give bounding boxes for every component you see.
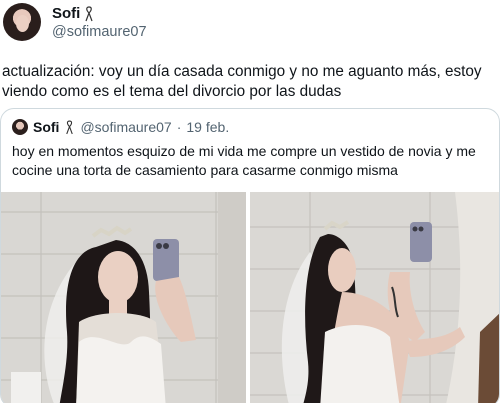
quoted-text-line: hoy en momentos esquizo de mi vida me co…	[12, 143, 476, 159]
tweet-text-line: viendo como es el tema del divorcio por …	[2, 83, 342, 100]
author-handle[interactable]: @sofimaure07	[52, 24, 147, 40]
author-name-row: Sofi	[52, 5, 95, 22]
quoted-date[interactable]: 19 feb.	[186, 119, 229, 135]
quoted-text-line: cocine una torta de casamiento para casa…	[12, 162, 398, 178]
quoted-name: Sofi	[33, 119, 60, 135]
quoted-header: Sofi @sofimaure07 · 19 feb.	[12, 119, 229, 135]
photo-back-mirror-selfie[interactable]	[250, 192, 499, 403]
quoted-avatar[interactable]	[12, 119, 28, 135]
tweet-text-line: actualización: voy un día casada conmigo…	[2, 63, 482, 80]
quoted-handle: @sofimaure07	[80, 119, 172, 135]
ribbon-icon	[66, 120, 74, 134]
photo-front-mirror-selfie[interactable]	[1, 192, 248, 403]
photo-back-image	[250, 192, 499, 403]
tweet-header: Sofi @sofimaure07	[0, 0, 500, 52]
quoted-tweet[interactable]: Sofi @sofimaure07 · 19 feb. hoy en momen…	[0, 108, 500, 403]
quoted-separator: ·	[176, 119, 182, 135]
quoted-text: hoy en momentos esquizo de mi vida me co…	[12, 142, 492, 180]
tweet-text: actualización: voy un día casada conmigo…	[2, 62, 498, 102]
photo-front-image	[1, 192, 246, 403]
ribbon-icon	[85, 5, 93, 21]
author-name[interactable]: Sofi	[52, 5, 80, 22]
author-avatar[interactable]	[3, 3, 41, 41]
